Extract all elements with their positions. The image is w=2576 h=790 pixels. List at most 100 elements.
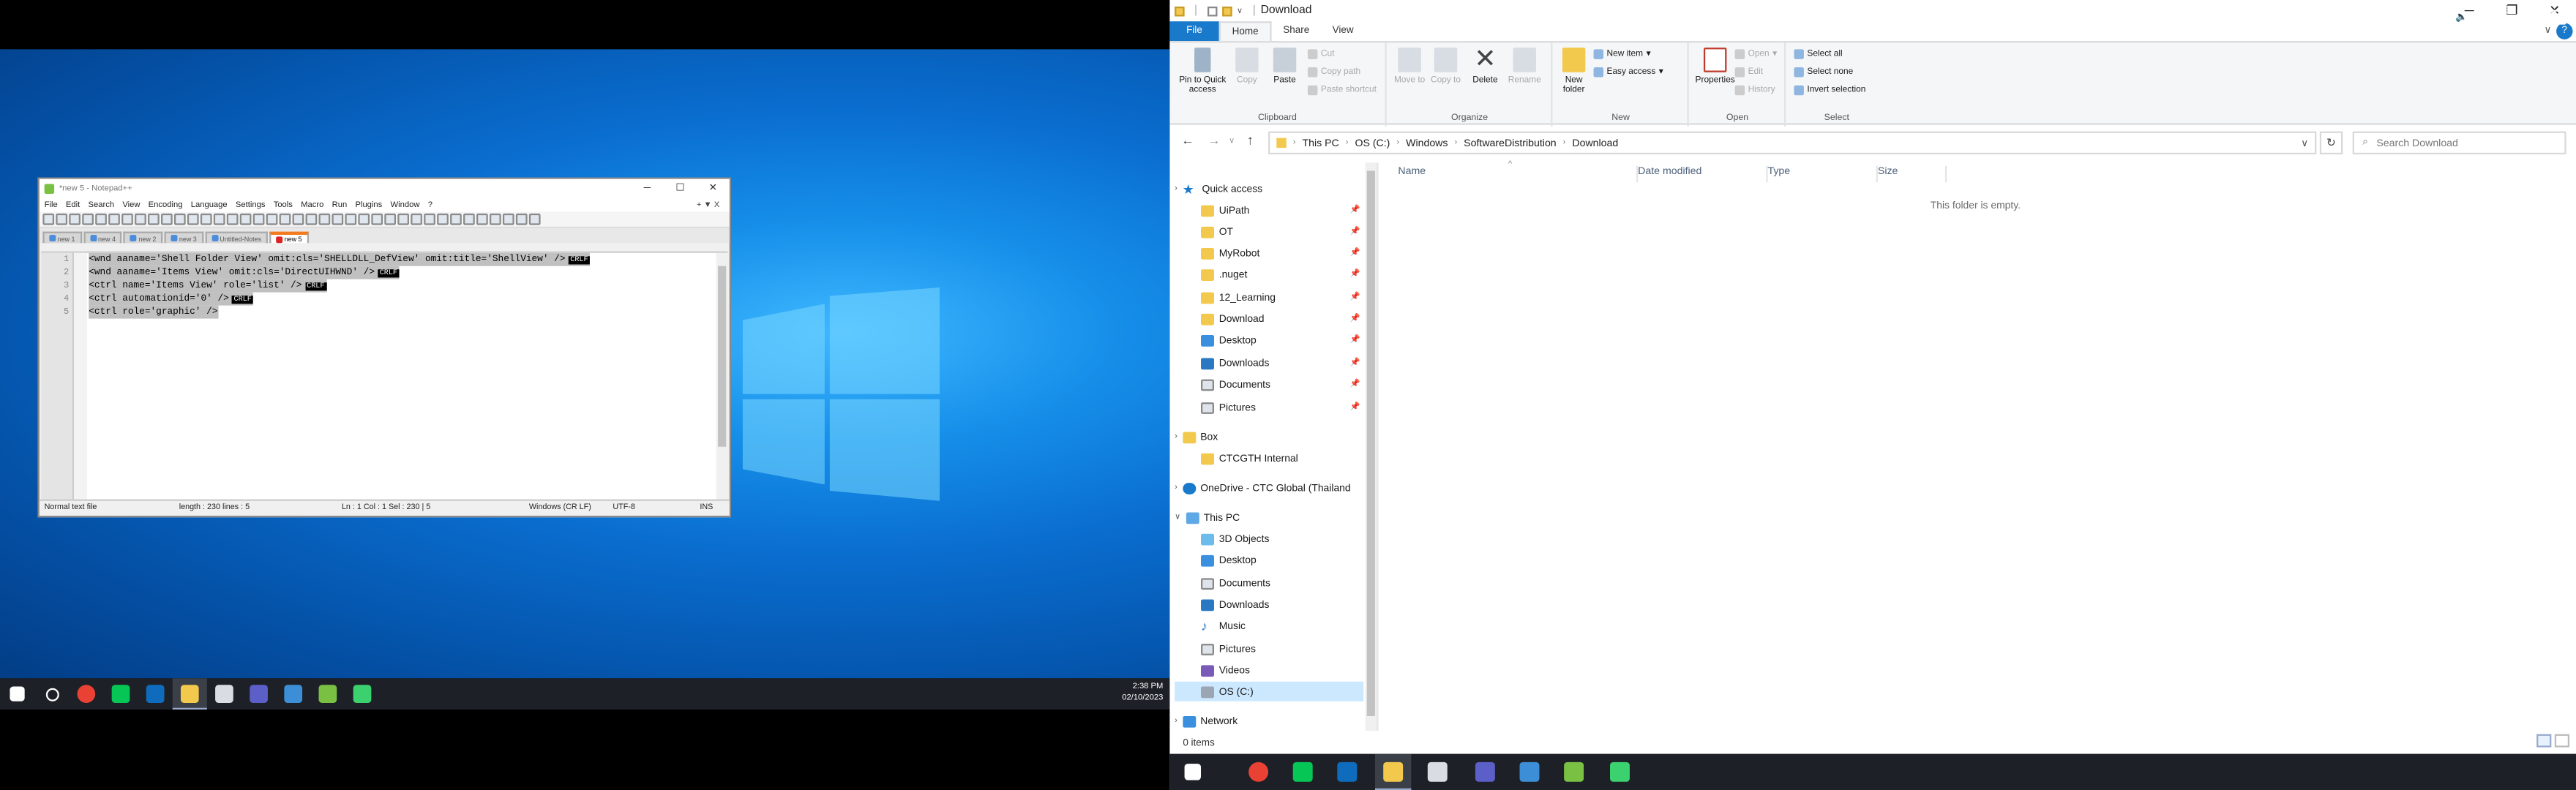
file-explorer-icon[interactable] — [1374, 753, 1412, 790]
nav-item-downloads[interactable]: Downloads — [1201, 595, 1363, 614]
nav-this-pc[interactable]: ∨ This PC — [1175, 508, 1368, 527]
tab-share[interactable]: Share — [1272, 21, 1321, 41]
nav-item-12-learning[interactable]: 12_Learning 📌 — [1201, 287, 1363, 307]
npp-toolbar-button[interactable] — [213, 213, 225, 225]
nav-item-downloads[interactable]: Downloads 📌 — [1201, 353, 1363, 373]
npp-toolbar-button[interactable] — [332, 213, 344, 225]
nav-item-desktop[interactable]: Desktop 📌 — [1201, 330, 1363, 350]
tab-home[interactable]: Home — [1218, 21, 1272, 42]
pin-to-quick-access-button[interactable]: Pin to Quick access — [1175, 48, 1230, 95]
code-line[interactable]: <wnd aaname='Shell Folder View' omit:cls… — [89, 252, 590, 266]
npp-toolbar-button[interactable] — [476, 213, 488, 225]
outlook-icon[interactable] — [138, 678, 173, 710]
search-icon[interactable] — [34, 678, 69, 710]
left-taskbar-clock[interactable]: 2:38 PM 02/10/2023 — [1098, 682, 1163, 704]
nav-item-uipath[interactable]: UiPath 📌 — [1201, 200, 1363, 220]
npp-menu-tools[interactable]: Tools — [274, 200, 293, 209]
tab-view[interactable]: View — [1321, 21, 1365, 41]
breadcrumb-item[interactable]: SoftwareDistribution — [1464, 137, 1557, 148]
file-explorer-window[interactable]: | ∨ | Download ─ ❐ ✕ File Home Share Vie… — [1169, 0, 2576, 790]
npp-maximize-button[interactable]: ☐ — [664, 179, 697, 198]
npp-toolbar-button[interactable] — [121, 213, 133, 225]
npp-toolbar-button[interactable] — [397, 213, 409, 225]
code-line[interactable]: <ctrl name='Items View' role='list' /> CR… — [89, 279, 326, 293]
npp-toolbar-button[interactable] — [424, 213, 435, 225]
notepad-plus-icon[interactable] — [310, 678, 345, 710]
details-view-icon[interactable] — [2536, 734, 2552, 748]
history-button[interactable]: History — [1734, 85, 1775, 96]
npp-toolbar-button[interactable] — [437, 213, 449, 225]
npp-toolbar-button[interactable] — [450, 213, 462, 225]
npp-toolbar-button[interactable] — [187, 213, 199, 225]
nav-item-music[interactable]: ♪ Music — [1201, 616, 1363, 636]
volume-icon[interactable]: 🔈 — [2455, 12, 2468, 23]
npp-menu-window[interactable]: Window — [391, 200, 420, 209]
select-all-button[interactable]: Select all — [1794, 49, 1843, 59]
npp-toolbar-button[interactable] — [411, 213, 422, 225]
npp-menu-help[interactable]: ? — [428, 200, 433, 209]
breadcrumb-item[interactable]: This PC — [1302, 137, 1338, 148]
properties-button[interactable]: Properties — [1693, 48, 1736, 86]
nav-quick-access[interactable]: › ★ Quick access — [1175, 179, 1368, 199]
nav-item-ot[interactable]: OT 📌 — [1201, 222, 1363, 241]
breadcrumb-item[interactable]: Download — [1572, 137, 1618, 148]
cloud-icon[interactable]: ☁ — [2437, 12, 2446, 23]
paste-shortcut-button[interactable]: Paste shortcut — [1307, 85, 1377, 96]
npp-menu-edit[interactable]: Edit — [66, 200, 80, 209]
new-item-button[interactable]: New item ▾ — [1593, 49, 1651, 59]
column-type[interactable]: Type — [1768, 165, 1878, 183]
network-icon[interactable]: ◒ — [2423, 12, 2429, 23]
npp-menu-plugins[interactable]: Plugins — [355, 200, 382, 209]
npp-tab[interactable]: new 3 — [164, 231, 203, 244]
code-line[interactable]: <ctrl automationid='0' /> CRLF — [89, 292, 254, 306]
nav-item-videos[interactable]: Videos — [1201, 661, 1363, 680]
nav-onedrive[interactable]: › OneDrive - CTC Global (Thailand — [1175, 478, 1377, 497]
npp-menu-language[interactable]: Language — [191, 200, 228, 209]
scroll-thumb[interactable] — [1366, 170, 1375, 716]
npp-editor[interactable]: 1 2 3 4 5 <wnd aaname='Shell Folder View… — [41, 251, 728, 500]
properties-icon[interactable] — [1207, 5, 1218, 16]
npp-vertical-scrollbar[interactable] — [716, 252, 728, 500]
npp-menu-settings[interactable]: Settings — [236, 200, 266, 209]
help-icon[interactable]: ? — [2556, 23, 2573, 40]
npp-toolbar-button[interactable] — [200, 213, 212, 225]
npp-toolbar-button[interactable] — [226, 213, 239, 225]
teams-icon[interactable] — [242, 678, 276, 710]
address-dropdown-chevron-icon[interactable]: ∨ — [2301, 137, 2308, 148]
npp-toolbar-button[interactable] — [239, 213, 252, 225]
address-bar[interactable]: › This PC › OS (C:) › Windows › Software… — [1268, 131, 2317, 155]
nav-item-download[interactable]: Download 📌 — [1201, 309, 1363, 328]
npp-menu-right-controls[interactable]: + ▼ X — [697, 200, 719, 209]
uipath-assistant-icon[interactable] — [207, 678, 242, 710]
npp-toolbar-button[interactable] — [95, 213, 107, 225]
npp-toolbar-button[interactable] — [384, 213, 397, 225]
npp-title-bar[interactable]: *new 5 - Notepad++ ─ ☐ ✕ — [39, 178, 730, 198]
forward-arrow-icon[interactable]: → — [1208, 133, 1221, 148]
refresh-button[interactable]: ↻ — [2319, 131, 2343, 155]
uipath-studio-icon[interactable] — [1511, 754, 1547, 790]
npp-tab[interactable]: new 4 — [83, 231, 122, 244]
tab-file[interactable]: File — [1169, 21, 1219, 42]
nav-item-os-c[interactable]: OS (C:) — [1175, 681, 1364, 701]
column-name[interactable]: Name — [1398, 165, 1639, 183]
nav-item-documents[interactable]: Documents — [1201, 573, 1363, 593]
npp-tab[interactable]: new 1 — [42, 231, 82, 244]
move-to-button[interactable]: Move to — [1393, 48, 1426, 86]
chevron-down-icon[interactable]: ∨ — [1237, 6, 1243, 15]
code-line[interactable]: <ctrl role='graphic' /> — [89, 305, 217, 319]
easy-access-button[interactable]: Easy access ▾ — [1593, 67, 1663, 78]
npp-toolbar-button[interactable] — [69, 213, 81, 225]
open-button[interactable]: Open ▾ — [1734, 49, 1777, 59]
outlook-icon[interactable] — [1329, 754, 1365, 790]
paste-button[interactable]: Paste — [1268, 48, 1301, 86]
start-icon[interactable] — [0, 678, 34, 710]
npp-toolbar-button[interactable] — [502, 213, 514, 225]
new-folder-button[interactable]: New folder — [1559, 48, 1588, 95]
delete-button[interactable]: ✕ Delete — [1469, 47, 1502, 86]
npp-toolbar-button[interactable] — [252, 213, 265, 225]
large-icons-view-icon[interactable] — [2554, 734, 2570, 748]
ribbon-collapse-chevron-icon[interactable]: ∨ — [2544, 25, 2551, 36]
rename-button[interactable]: Rename — [1507, 48, 1543, 86]
npp-menu-encoding[interactable]: Encoding — [149, 200, 183, 209]
nav-item-pictures[interactable]: Pictures — [1201, 639, 1363, 658]
